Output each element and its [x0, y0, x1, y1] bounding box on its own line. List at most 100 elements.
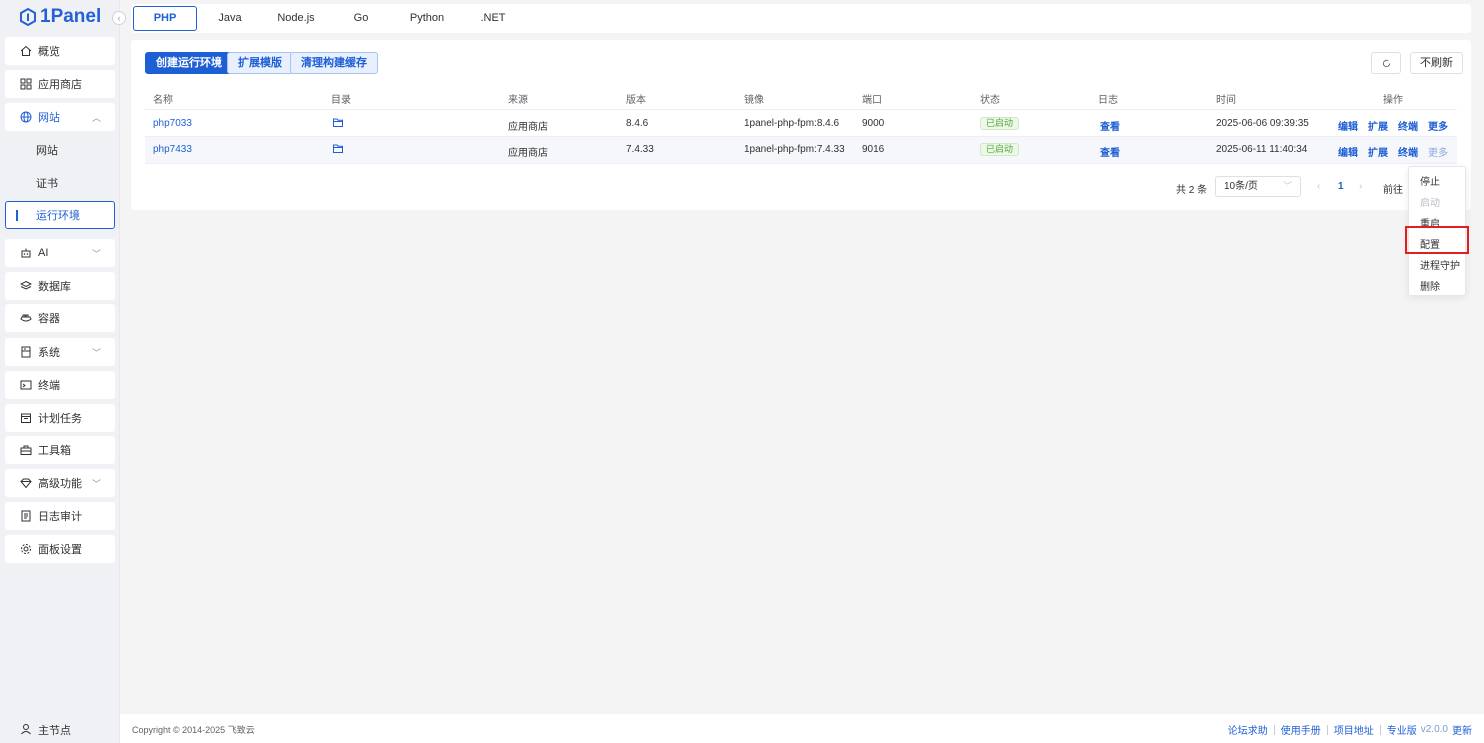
- status-badge: 已启动: [980, 143, 1020, 156]
- refresh-icon: [1382, 59, 1390, 67]
- refresh-button[interactable]: [1371, 52, 1401, 74]
- diamond-icon: [20, 477, 32, 489]
- auto-refresh-select[interactable]: 不刷新: [1410, 52, 1463, 74]
- extension-button[interactable]: 扩展: [1368, 118, 1388, 133]
- node-label: 主节点: [38, 725, 71, 737]
- column-header-version: 版本: [626, 95, 646, 106]
- page-number[interactable]: 1: [1338, 181, 1344, 192]
- terminal-button[interactable]: 终端: [1398, 144, 1418, 159]
- tab-nodejs[interactable]: Node.js: [271, 6, 321, 31]
- sidebar-item-database[interactable]: 数据库: [5, 272, 115, 300]
- column-header-time: 时间: [1216, 95, 1236, 106]
- sidebar-item-system[interactable]: 系统 ﹀: [5, 338, 115, 366]
- calendar-icon: [20, 412, 32, 424]
- sidebar-item-settings[interactable]: 面板设置: [5, 535, 115, 563]
- menu-item-supervisor[interactable]: 进程守护: [1420, 257, 1460, 272]
- terminal-button[interactable]: 终端: [1398, 118, 1418, 133]
- gear-icon: [20, 543, 32, 555]
- page-size-select[interactable]: 10条/页 ﹀: [1215, 176, 1301, 197]
- menu-item-delete[interactable]: 删除: [1420, 278, 1440, 293]
- edition-link[interactable]: 专业版: [1387, 722, 1417, 737]
- sidebar-item-advanced[interactable]: 高级功能 ﹀: [5, 469, 115, 497]
- footer: Copyright © 2014-2025 飞致云 论坛求助 使用手册 项目地址…: [120, 714, 1484, 743]
- sidebar-item-label: 应用商店: [38, 79, 82, 91]
- sidebar-item-toolbox[interactable]: 工具箱: [5, 436, 115, 464]
- separator: [1273, 724, 1275, 735]
- tab-java[interactable]: Java: [209, 6, 251, 31]
- create-runtime-button[interactable]: 创建运行环境: [145, 52, 233, 74]
- sidebar-item-label: 面板设置: [38, 544, 82, 556]
- more-button[interactable]: 更多: [1428, 144, 1448, 159]
- sidebar-subitem-certificate[interactable]: 证书: [5, 169, 115, 197]
- prev-page-button[interactable]: ‹: [1317, 181, 1320, 192]
- forum-link[interactable]: 论坛求助: [1228, 722, 1268, 737]
- version-text: v2.0.0: [1420, 724, 1448, 735]
- toolbox-icon: [20, 444, 32, 456]
- sidebar-item-terminal[interactable]: 终端: [5, 371, 115, 399]
- runtime-name-link[interactable]: php7033: [153, 118, 192, 129]
- user-icon: [20, 723, 32, 738]
- runtime-source: 应用商店: [508, 148, 548, 159]
- more-button[interactable]: 更多: [1428, 118, 1448, 133]
- separator: [1326, 724, 1328, 735]
- chevron-down-icon: ﹀: [91, 249, 101, 259]
- column-header-dir: 目录: [331, 95, 351, 106]
- app-logo[interactable]: 1Panel: [0, 0, 120, 34]
- sidebar-item-overview[interactable]: 概览: [5, 37, 115, 65]
- view-log-link[interactable]: 查看: [1100, 118, 1120, 133]
- column-header-port: 端口: [862, 95, 882, 106]
- runtime-source: 应用商店: [508, 122, 548, 133]
- folder-icon[interactable]: [333, 118, 343, 130]
- tab-python[interactable]: Python: [405, 6, 449, 31]
- manual-link[interactable]: 使用手册: [1281, 722, 1321, 737]
- folder-icon[interactable]: [333, 144, 343, 156]
- column-header-actions: 操作: [1383, 95, 1403, 106]
- edit-button[interactable]: 编辑: [1338, 118, 1358, 133]
- sidebar-item-label: 工具箱: [38, 445, 71, 457]
- separator: [1379, 724, 1381, 735]
- sidebar-item-label: 网站: [38, 112, 60, 124]
- column-header-image: 镜像: [744, 95, 764, 106]
- sidebar-item-label: 终端: [38, 380, 60, 392]
- tab-php[interactable]: PHP: [133, 6, 197, 31]
- chevron-down-icon: ﹀: [91, 479, 101, 489]
- update-link[interactable]: 更新: [1452, 722, 1472, 737]
- sidebar-item-label: 数据库: [38, 281, 71, 293]
- sidebar-item-container[interactable]: 容器: [5, 304, 115, 332]
- terminal-icon: [20, 379, 32, 391]
- runtime-name-link[interactable]: php7433: [153, 144, 192, 155]
- sidebar-item-website[interactable]: 网站 ︿: [5, 103, 115, 131]
- footer-links: 论坛求助 使用手册 项目地址 专业版 v2.0.0 更新: [1228, 722, 1472, 737]
- chevron-down-icon: ﹀: [91, 348, 101, 358]
- view-log-link[interactable]: 查看: [1100, 144, 1120, 159]
- sidebar-item-appstore[interactable]: 应用商店: [5, 70, 115, 98]
- extension-button[interactable]: 扩展: [1368, 144, 1388, 159]
- tab-go[interactable]: Go: [345, 6, 377, 31]
- sidebar-subitem-runtime[interactable]: 运行环境: [5, 201, 115, 229]
- sidebar-item-label: 概览: [38, 46, 60, 58]
- globe-icon: [20, 111, 32, 123]
- sidebar-item-log-audit[interactable]: 日志审计: [5, 502, 115, 530]
- tab-dotnet[interactable]: .NET: [477, 6, 509, 31]
- runtime-port: 9016: [862, 144, 885, 155]
- sidebar-item-label: 计划任务: [38, 413, 82, 425]
- row-divider: [145, 163, 1457, 164]
- next-page-button[interactable]: ›: [1359, 181, 1362, 192]
- logo-icon: [20, 8, 36, 26]
- sidebar-item-cron[interactable]: 计划任务: [5, 404, 115, 432]
- grid-icon: [20, 78, 32, 90]
- clear-build-cache-button[interactable]: 清理构建缓存: [290, 52, 378, 74]
- edit-button[interactable]: 编辑: [1338, 144, 1358, 159]
- sidebar-item-ai[interactable]: AI ﹀: [5, 239, 115, 267]
- logo-text: 1Panel: [40, 6, 102, 27]
- node-selector[interactable]: 主节点: [20, 722, 71, 738]
- project-link[interactable]: 项目地址: [1334, 722, 1374, 737]
- robot-icon: [20, 247, 32, 259]
- sidebar-subitem-website[interactable]: 网站: [5, 136, 115, 164]
- runtime-version: 8.4.6: [626, 118, 649, 129]
- menu-item-stop[interactable]: 停止: [1420, 173, 1440, 188]
- log-icon: [20, 510, 32, 522]
- chevron-up-icon: ︿: [91, 113, 101, 123]
- extension-template-button[interactable]: 扩展模版: [227, 52, 293, 74]
- sidebar-collapse-button[interactable]: ‹: [112, 11, 126, 25]
